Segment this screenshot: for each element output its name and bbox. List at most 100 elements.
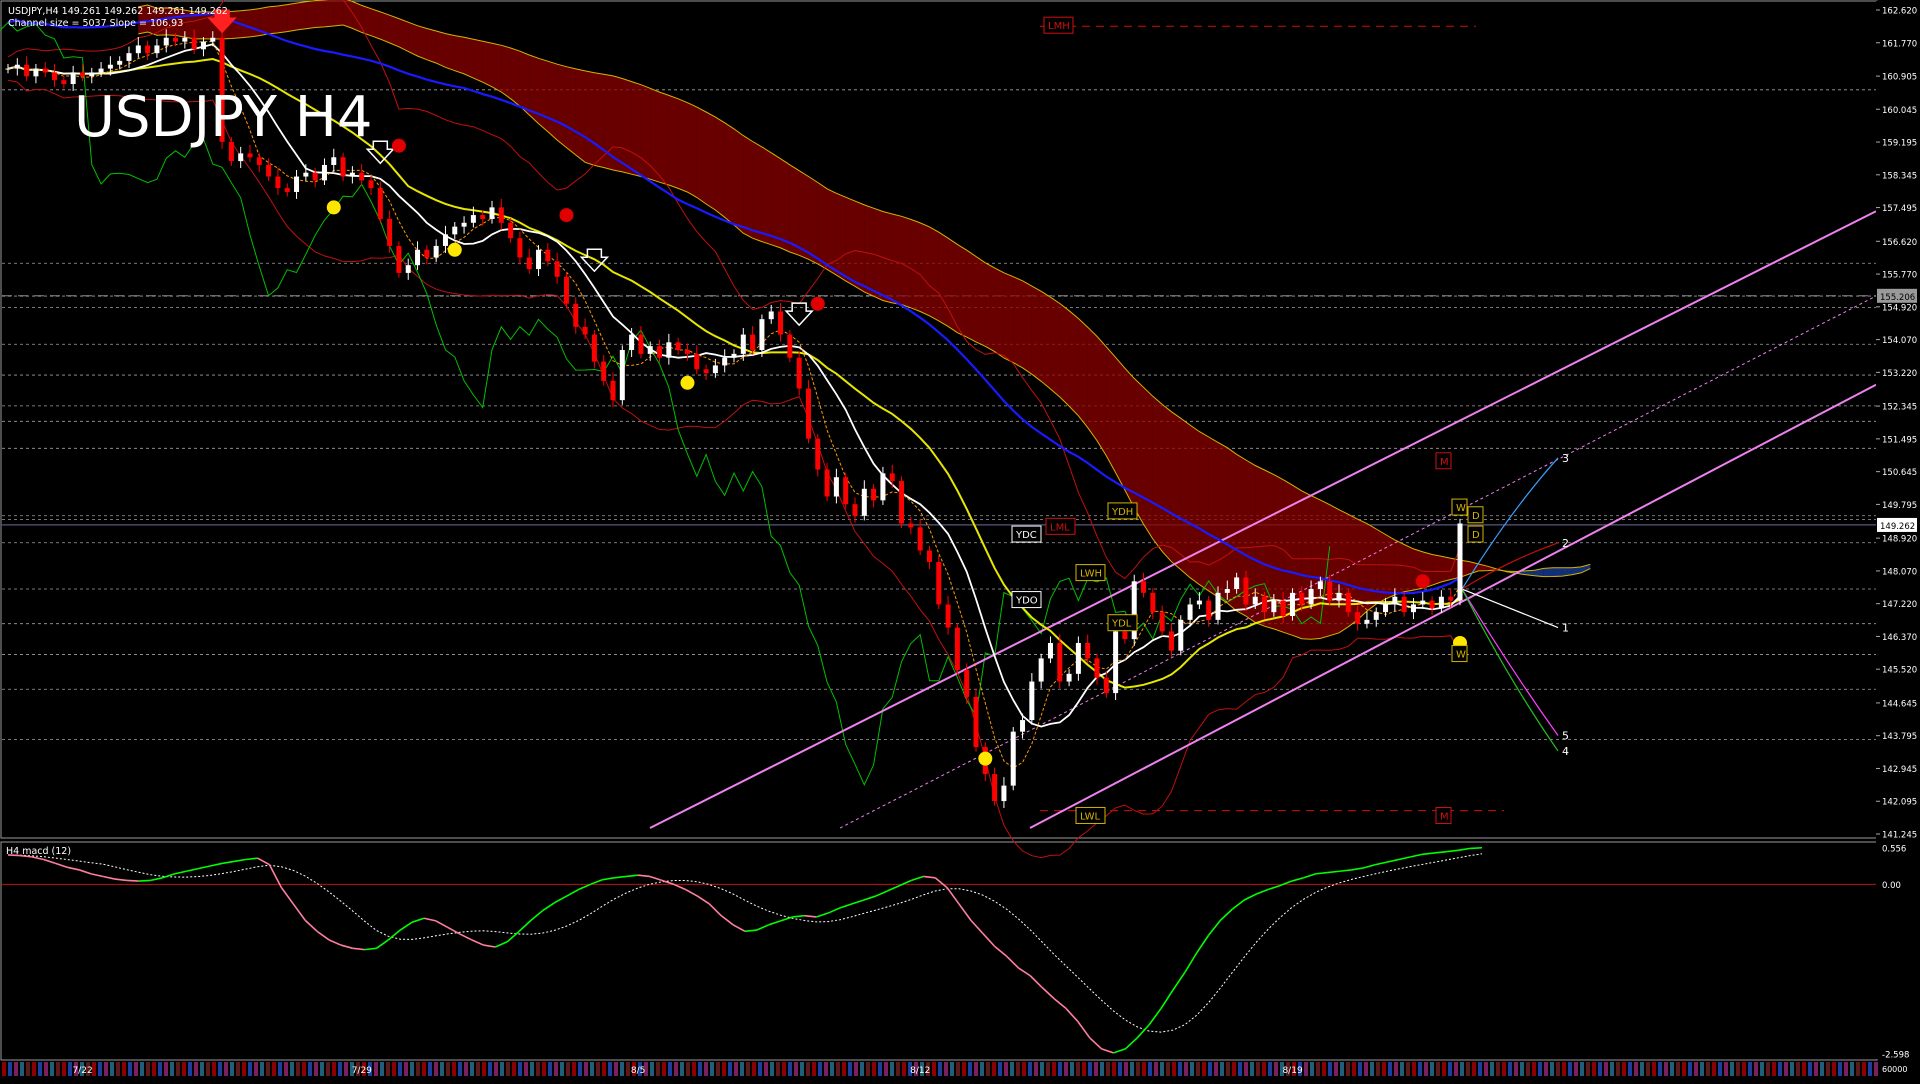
kumo-segment bbox=[1059, 303, 1070, 407]
kumo-segment bbox=[315, 0, 325, 28]
session-bar bbox=[1820, 1062, 1824, 1076]
candle-body bbox=[452, 226, 458, 235]
session-bar bbox=[1640, 1062, 1644, 1076]
session-bar bbox=[1568, 1062, 1572, 1076]
session-bar bbox=[1346, 1062, 1350, 1076]
level-tag: M bbox=[1440, 811, 1449, 822]
candle-body bbox=[433, 245, 439, 258]
session-bar bbox=[410, 1062, 414, 1076]
session-bar bbox=[32, 1062, 36, 1076]
session-bar bbox=[986, 1062, 990, 1076]
candle-body bbox=[750, 334, 756, 351]
candle-body bbox=[377, 188, 383, 219]
session-bar bbox=[500, 1062, 504, 1076]
session-bar bbox=[254, 1062, 258, 1076]
candle-body bbox=[1336, 592, 1342, 601]
session-bar bbox=[170, 1062, 174, 1076]
session-bar bbox=[278, 1062, 282, 1076]
candle-body bbox=[796, 357, 802, 389]
session-bar bbox=[1406, 1062, 1410, 1076]
kumo-segment bbox=[817, 182, 828, 270]
session-bar bbox=[1622, 1062, 1626, 1076]
session-bar bbox=[1016, 1062, 1020, 1076]
candle-body bbox=[1038, 658, 1044, 682]
price-tick-label: 142.945 bbox=[1882, 765, 1917, 775]
candle-body bbox=[52, 72, 58, 81]
session-bar bbox=[506, 1062, 510, 1076]
kumo-segment bbox=[1329, 504, 1339, 636]
kumo-segment bbox=[1134, 378, 1144, 525]
session-bar bbox=[1796, 1062, 1800, 1076]
session-bar bbox=[1778, 1062, 1782, 1076]
candle-body bbox=[24, 64, 30, 77]
session-bar bbox=[1310, 1062, 1314, 1076]
session-bar bbox=[116, 1062, 120, 1076]
session-bar bbox=[1532, 1062, 1536, 1076]
session-bar bbox=[1454, 1062, 1458, 1076]
session-bar bbox=[1682, 1062, 1686, 1076]
candle-body bbox=[563, 276, 569, 304]
candle-body bbox=[973, 696, 979, 748]
candle-body bbox=[1075, 642, 1081, 674]
session-bar bbox=[428, 1062, 432, 1076]
session-bar bbox=[584, 1062, 588, 1076]
chart-canvas[interactable]: 32154 LMHYDCLMLYDHLWHYDOYDLLWLMMWWDD 162… bbox=[0, 0, 1920, 1080]
session-bar bbox=[668, 1062, 672, 1076]
price-tick-label: 150.645 bbox=[1882, 468, 1917, 478]
session-bar bbox=[1178, 1062, 1182, 1076]
session-bar bbox=[1274, 1062, 1278, 1076]
candle-body bbox=[759, 319, 765, 351]
session-bar bbox=[1754, 1062, 1758, 1076]
candle-body bbox=[154, 45, 160, 54]
kumo-segment bbox=[426, 28, 437, 64]
session-bar bbox=[272, 1062, 276, 1076]
level-tag: D bbox=[1472, 511, 1480, 522]
kumo-segment bbox=[622, 78, 632, 175]
candle-body bbox=[480, 215, 486, 219]
sell-signal-icon bbox=[1415, 574, 1430, 589]
session-bar bbox=[302, 1062, 306, 1076]
candle-body bbox=[833, 477, 839, 497]
candle-body bbox=[405, 265, 411, 273]
session-bar bbox=[1844, 1062, 1848, 1076]
session-bar bbox=[344, 1062, 348, 1076]
session-bar bbox=[1742, 1062, 1746, 1076]
session-bar bbox=[452, 1062, 456, 1076]
session-bar bbox=[656, 1062, 660, 1076]
price-tick-label: 154.920 bbox=[1882, 303, 1917, 313]
session-bar bbox=[788, 1062, 792, 1076]
kumo-segment bbox=[1031, 286, 1042, 382]
candle-body bbox=[135, 45, 141, 54]
session-bar bbox=[1226, 1062, 1230, 1076]
kumo-segment bbox=[1041, 291, 1051, 390]
session-bar bbox=[974, 1062, 978, 1076]
session-bar bbox=[284, 1062, 288, 1076]
kumo-segment bbox=[668, 95, 679, 189]
candle-body bbox=[889, 473, 895, 482]
session-bar bbox=[1202, 1062, 1206, 1076]
level-tag: YDO bbox=[1015, 596, 1038, 607]
kumo-segment bbox=[864, 204, 874, 297]
session-bar bbox=[1022, 1062, 1026, 1076]
candle-body bbox=[470, 215, 476, 223]
session-bar bbox=[1520, 1062, 1524, 1076]
session-bar bbox=[242, 1062, 246, 1076]
session-bar bbox=[1784, 1062, 1788, 1076]
price-tick-label: 141.245 bbox=[1882, 831, 1917, 841]
kumo-segment bbox=[277, 4, 288, 33]
candle-body bbox=[1401, 596, 1407, 613]
kumo-segment bbox=[547, 61, 558, 141]
session-bar bbox=[1358, 1062, 1362, 1076]
channel-label: 5 bbox=[1562, 730, 1569, 743]
session-bar bbox=[674, 1062, 678, 1076]
session-bar bbox=[878, 1062, 882, 1076]
price-tick-label: 152.345 bbox=[1882, 403, 1917, 413]
session-bar bbox=[818, 1062, 822, 1076]
price-tick-label: 145.520 bbox=[1882, 666, 1917, 676]
candle-body bbox=[70, 72, 76, 85]
kumo-segment bbox=[408, 22, 418, 56]
session-bar bbox=[782, 1062, 786, 1076]
session-bar bbox=[1166, 1062, 1170, 1076]
level-tag: LWL bbox=[1080, 811, 1101, 822]
kumo-segment bbox=[1003, 272, 1014, 363]
